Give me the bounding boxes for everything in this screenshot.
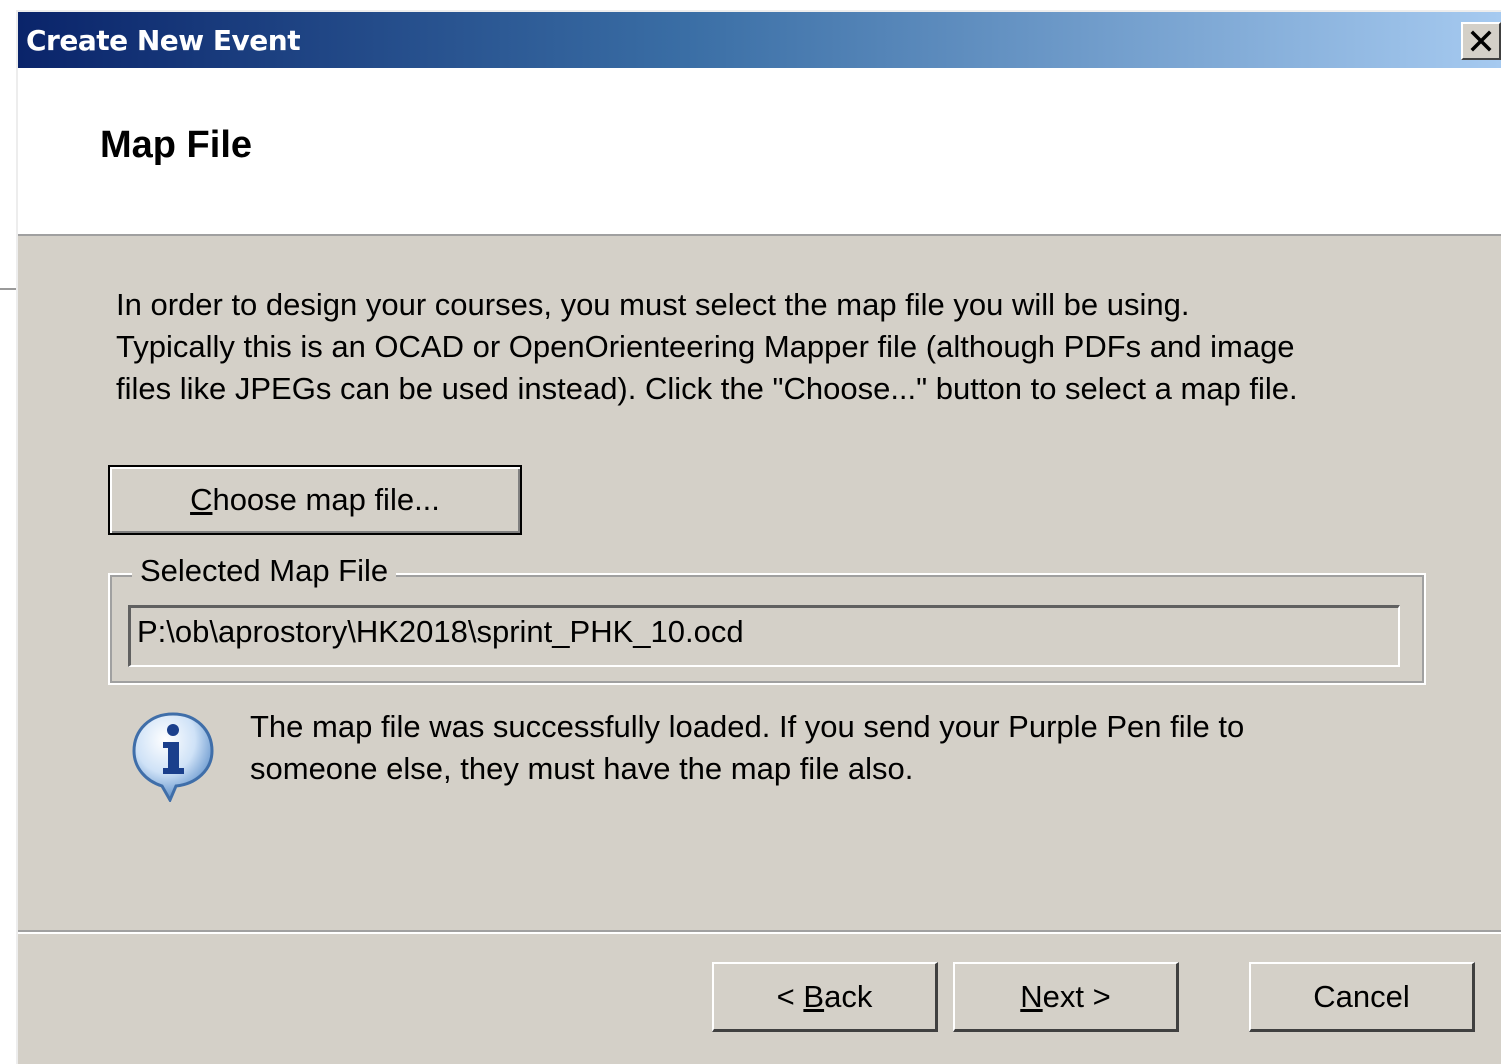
instructions-line: In order to design your courses, you mus… (116, 287, 1190, 322)
choose-label: hoose map file... (212, 482, 440, 517)
selected-map-file-group: Selected Map File P:\ob\aprostory\HK2018… (108, 553, 1426, 685)
back-button[interactable]: < Back (712, 962, 938, 1032)
instructions-text: In order to design your courses, you mus… (116, 284, 1446, 410)
cancel-button[interactable]: Cancel (1249, 962, 1475, 1032)
selected-map-file-legend: Selected Map File (132, 553, 397, 589)
back-mnemonic: B (803, 978, 825, 1014)
close-button[interactable] (1461, 22, 1501, 60)
next-mnemonic: N (1020, 978, 1043, 1014)
choose-mnemonic: C (190, 482, 213, 517)
map-file-path-field[interactable]: P:\ob\aprostory\HK2018\sprint_PHK_10.ocd (128, 605, 1400, 667)
map-loaded-message: The map file was successfully loaded. If… (250, 706, 1430, 790)
page-title: Map File (100, 124, 253, 166)
close-icon (1470, 30, 1492, 52)
footer-separator (18, 930, 1501, 934)
next-button[interactable]: Next > (953, 962, 1179, 1032)
message-line: The map file was successfully loaded. If… (250, 709, 1245, 744)
instructions-line: files like JPEGs can be used instead). C… (116, 371, 1298, 406)
choose-map-file-button[interactable]: Choose map file... (108, 465, 522, 535)
create-new-event-dialog: Create New Event Map File In order to de… (16, 10, 1501, 1064)
back-label: ack (824, 978, 873, 1014)
title-bar[interactable]: Create New Event (18, 12, 1501, 68)
wizard-header: Map File (18, 68, 1501, 236)
background-divider (0, 288, 16, 290)
window-title: Create New Event (26, 24, 301, 57)
cancel-label: Cancel (1313, 978, 1410, 1014)
info-icon (132, 712, 214, 802)
message-line: someone else, they must have the map fil… (250, 751, 914, 786)
back-prefix: < (776, 978, 804, 1014)
next-label: ext > (1042, 978, 1111, 1014)
instructions-line: Typically this is an OCAD or OpenOriente… (116, 329, 1295, 364)
